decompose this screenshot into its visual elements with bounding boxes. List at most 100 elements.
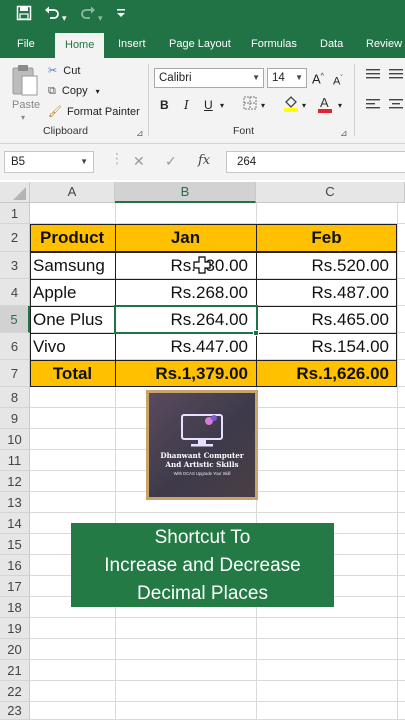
tab-home[interactable]: Home xyxy=(55,33,105,58)
product-cell[interactable]: Apple xyxy=(33,280,113,306)
scissors-icon: ✂ xyxy=(48,65,58,77)
feb-cell[interactable]: Rs.520.00 xyxy=(256,253,390,279)
customize-qat-icon[interactable] xyxy=(117,6,125,28)
align-center-icon[interactable] xyxy=(389,98,403,114)
fill-handle[interactable] xyxy=(253,330,259,336)
header-jan[interactable]: Jan xyxy=(115,225,256,251)
paste-button[interactable]: Paste ▾ xyxy=(10,64,40,122)
row-header-7[interactable]: 7 xyxy=(0,360,30,387)
select-all-corner[interactable] xyxy=(0,182,30,203)
clipboard-group-label: Clipboard xyxy=(43,125,88,137)
row-header-18[interactable]: 18 xyxy=(0,597,30,618)
tab-page-layout[interactable]: Page Layout xyxy=(169,32,231,58)
row-header-14[interactable]: 14 xyxy=(0,513,30,534)
tab-formulas[interactable]: Formulas xyxy=(251,32,297,58)
chevron-down-icon[interactable]: ▾ xyxy=(220,101,224,110)
total-jan[interactable]: Rs.1,379.00 xyxy=(115,361,248,387)
jan-cell[interactable]: Rs.268.00 xyxy=(115,280,249,306)
row-header-22[interactable]: 22 xyxy=(0,681,30,702)
save-icon[interactable] xyxy=(16,5,32,26)
jan-cell[interactable]: Rs.430.00 xyxy=(115,253,249,279)
dialog-launcher-icon[interactable]: ⊿ xyxy=(136,126,144,140)
formula-value: 264 xyxy=(237,156,257,168)
bold-button[interactable]: B xyxy=(160,98,169,112)
jan-cell[interactable]: Rs.447.00 xyxy=(115,334,249,360)
svg-text:A: A xyxy=(320,95,329,110)
name-box[interactable]: B5 ▼ xyxy=(4,151,94,173)
cut-label: Cut xyxy=(63,65,81,77)
row-header-10[interactable]: 10 xyxy=(0,429,30,450)
product-cell[interactable]: One Plus xyxy=(33,307,113,333)
feb-cell[interactable]: Rs.154.00 xyxy=(256,334,390,360)
row-header-21[interactable]: 21 xyxy=(0,660,30,681)
undo-dropdown-icon[interactable]: ▾ xyxy=(62,8,67,28)
logo-title-line2: And Artistic Skills xyxy=(165,460,239,469)
increase-font-size-icon[interactable]: A^ xyxy=(312,70,324,86)
cut-button[interactable]: ✂ Cut xyxy=(48,64,80,78)
underline-button[interactable]: U xyxy=(204,98,213,112)
banner-line2: Increase and Decrease xyxy=(104,555,301,576)
redo-icon[interactable] xyxy=(80,5,96,26)
row-header-20[interactable]: 20 xyxy=(0,639,30,660)
font-color-icon[interactable]: A xyxy=(318,95,332,116)
italic-button[interactable]: I xyxy=(184,98,189,112)
more-options-icon: ⋮ xyxy=(110,150,124,166)
row-header-12[interactable]: 12 xyxy=(0,471,30,492)
row-header-17[interactable]: 17 xyxy=(0,576,30,597)
row-header-8[interactable]: 8 xyxy=(0,387,30,408)
font-size-select[interactable]: 14 ▼ xyxy=(267,68,307,88)
chevron-down-icon[interactable]: ▾ xyxy=(338,101,342,110)
row-header-11[interactable]: 11 xyxy=(0,450,30,471)
align-top-icon[interactable] xyxy=(366,68,380,84)
chevron-down-icon[interactable]: ▾ xyxy=(302,101,306,110)
tab-insert[interactable]: Insert xyxy=(118,32,146,58)
align-middle-icon[interactable] xyxy=(389,68,403,84)
row-header-16[interactable]: 16 xyxy=(0,555,30,576)
tab-file[interactable]: File xyxy=(17,32,35,58)
column-header-a[interactable]: A xyxy=(30,182,115,203)
total-feb[interactable]: Rs.1,626.00 xyxy=(256,361,389,387)
row-header-3[interactable]: 3 xyxy=(0,252,30,279)
header-feb[interactable]: Feb xyxy=(256,225,397,251)
fill-color-icon[interactable] xyxy=(283,94,299,115)
product-cell[interactable]: Samsung xyxy=(33,253,113,279)
column-header-c[interactable]: C xyxy=(256,182,405,203)
row-header-13[interactable]: 13 xyxy=(0,492,30,513)
row-header-15[interactable]: 15 xyxy=(0,534,30,555)
row-header-4[interactable]: 4 xyxy=(0,279,30,306)
copy-button[interactable]: ⧉ Copy ▾ xyxy=(48,84,100,99)
total-label[interactable]: Total xyxy=(30,361,115,387)
chevron-down-icon[interactable]: ▾ xyxy=(261,101,265,110)
feb-cell[interactable]: Rs.487.00 xyxy=(256,280,390,306)
logo-inner: Dhanwant Computer And Artistic Skills Wi… xyxy=(149,393,255,497)
row-header-23[interactable]: 23 xyxy=(0,702,30,720)
decrease-font-size-icon[interactable]: Aˇ xyxy=(333,72,343,89)
row-header-2[interactable]: 2 xyxy=(0,224,30,252)
ribbon-tabs: File Home Insert Page Layout Formulas Da… xyxy=(0,32,405,58)
tab-data[interactable]: Data xyxy=(320,32,343,58)
gridline xyxy=(30,701,405,702)
product-cell[interactable]: Vivo xyxy=(33,334,113,360)
undo-icon[interactable] xyxy=(44,5,60,26)
align-left-icon[interactable] xyxy=(366,98,380,114)
feb-cell[interactable]: Rs.465.00 xyxy=(256,307,390,333)
row-header-19[interactable]: 19 xyxy=(0,618,30,639)
format-painter-button[interactable]: 🖌 Format Painter xyxy=(48,105,140,119)
enter-check-icon[interactable]: ✓ xyxy=(165,153,177,170)
row-header-6[interactable]: 6 xyxy=(0,333,30,360)
ribbon-separator xyxy=(148,64,149,136)
header-product[interactable]: Product xyxy=(40,225,115,251)
row-header-5[interactable]: 5 xyxy=(0,306,30,333)
row-header-9[interactable]: 9 xyxy=(0,408,30,429)
dialog-launcher-icon[interactable]: ⊿ xyxy=(340,126,348,140)
redo-dropdown-icon[interactable]: ▾ xyxy=(98,8,103,28)
font-name-select[interactable]: Calibri ▼ xyxy=(154,68,264,88)
insert-function-icon[interactable]: fx xyxy=(198,153,210,168)
formula-input[interactable]: 264 xyxy=(226,151,405,173)
tab-review[interactable]: Review xyxy=(366,32,402,58)
cancel-icon[interactable]: ✕ xyxy=(133,153,145,170)
borders-icon[interactable] xyxy=(243,96,257,113)
copy-label: Copy xyxy=(61,85,88,97)
row-header-1[interactable]: 1 xyxy=(0,203,30,224)
column-header-b[interactable]: B xyxy=(115,182,256,203)
